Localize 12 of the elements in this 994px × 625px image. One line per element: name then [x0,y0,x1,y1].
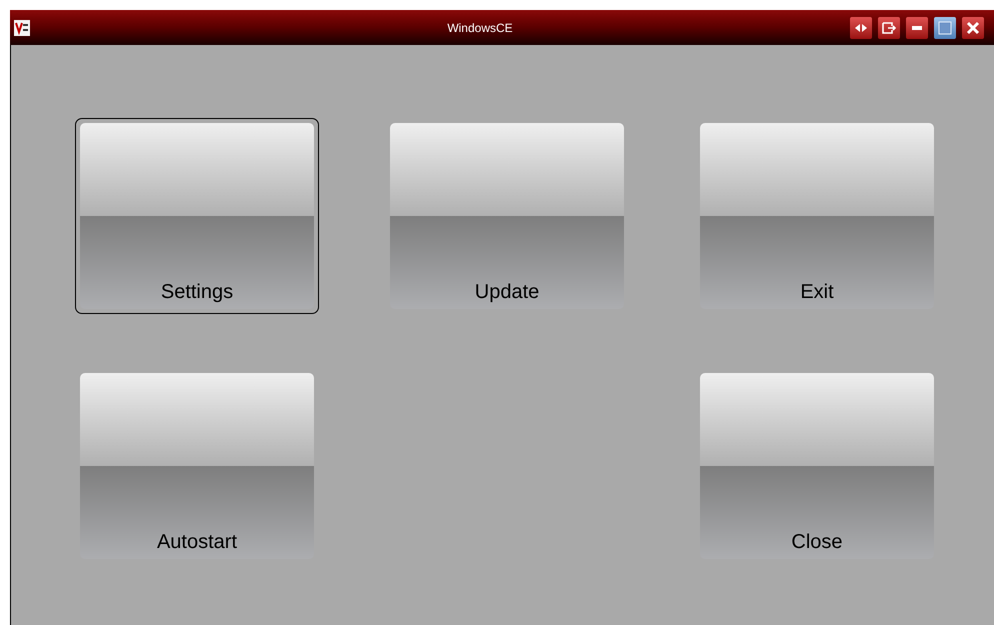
window-exit-icon [882,22,896,34]
resize-button[interactable] [850,16,872,38]
app-icon [14,20,30,36]
window-button[interactable] [878,16,900,38]
maximize-icon [938,20,952,34]
close-icon [966,20,980,34]
arrows-icon [855,22,867,32]
window-title: WindowsCE [446,20,514,36]
close-button[interactable] [962,16,984,38]
minimize-button[interactable] [906,16,928,38]
minimize-icon [912,26,922,30]
maximize-button[interactable] [934,16,956,38]
